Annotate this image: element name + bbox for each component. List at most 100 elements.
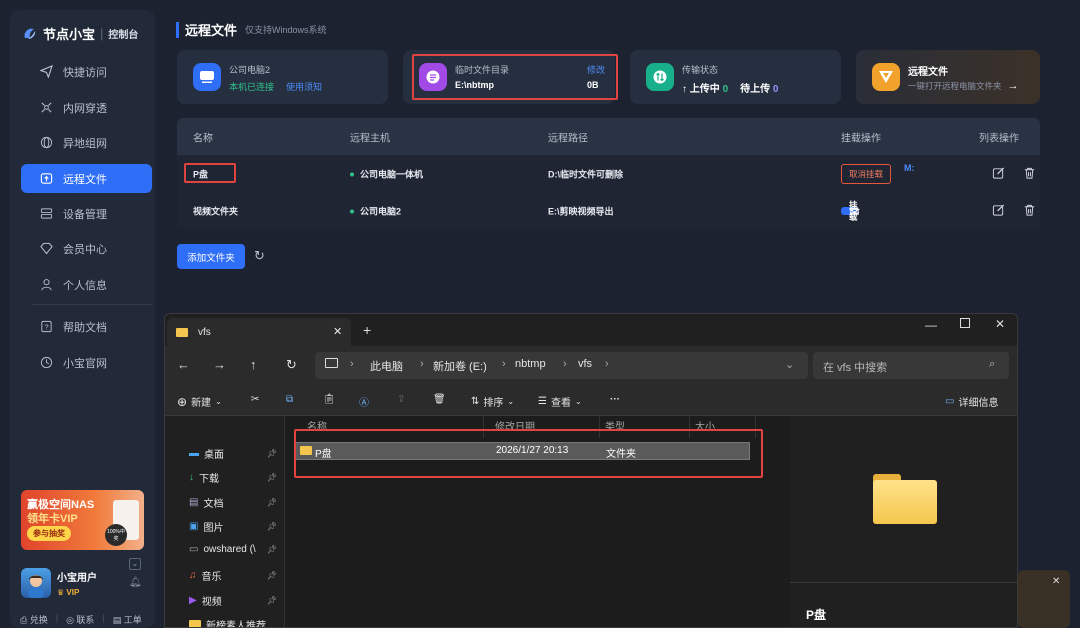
new-tab-icon[interactable]: +	[363, 322, 371, 338]
back-icon[interactable]: ←	[177, 357, 190, 372]
search-placeholder: 在 vfs 中搜索	[823, 362, 888, 374]
app-logo: 节点小宝 | 控制台	[22, 24, 138, 43]
breadcrumb[interactable]: › 此电脑 › 新加卷 (E:) › nbtmp › vfs › ⌄	[315, 352, 808, 379]
contact-link[interactable]: ◎ 联系	[66, 613, 94, 626]
close-window-icon[interactable]: ✕	[995, 317, 1005, 331]
minimize-icon[interactable]: —	[925, 318, 937, 332]
quick-folder[interactable]: 新榜素人推荐	[189, 617, 285, 627]
vip-label: VIP	[66, 588, 80, 597]
view-button[interactable]: ☰ 查看 ⌄	[538, 394, 582, 409]
expand-icon[interactable]: ⌄	[129, 558, 141, 570]
delete-icon[interactable]: 🗑︎	[433, 394, 446, 405]
share-icon[interactable]: ⇪	[397, 394, 405, 405]
trash-icon[interactable]	[1023, 166, 1036, 181]
person-icon	[39, 278, 53, 292]
quick-network-share[interactable]: ▭ owshared (\ 📌︎	[189, 544, 285, 555]
row-name: 视频文件夹	[193, 206, 239, 216]
nav-item-remote-files[interactable]: 远程文件	[21, 164, 152, 193]
pin-icon: 📌︎	[266, 473, 277, 482]
quick-videos[interactable]: ▶ 视频 📌︎	[189, 593, 285, 608]
bell-icon[interactable]: 🔔︎	[129, 577, 142, 588]
table-header: 名称 远程主机 远程路径 挂载操作 列表操作	[177, 118, 1040, 155]
nav-item-networking[interactable]: 异地组网	[21, 128, 152, 157]
svg-text:?: ?	[44, 322, 48, 331]
edit-icon[interactable]	[992, 166, 1005, 181]
help-icon: ?	[39, 320, 53, 334]
nav-item-quick-access[interactable]: 快捷访问	[21, 57, 152, 86]
quick-label: 图片	[203, 523, 224, 534]
v-logo-icon	[872, 63, 900, 91]
new-button[interactable]: ⊕ 新建 ⌄	[177, 394, 222, 410]
mount-button[interactable]: 🚘︎ 挂载	[841, 200, 860, 222]
pin-icon: 📌︎	[266, 545, 277, 554]
table-row: P盘 公司电脑一体机 D:\临时文件可删除 取消挂载 M:	[177, 155, 1040, 192]
crumb-pc[interactable]: 此电脑	[370, 358, 403, 374]
forward-icon[interactable]: →	[213, 357, 226, 372]
rename-icon[interactable]: Ⓐ	[359, 394, 369, 409]
quick-desktop[interactable]: ▬ 桌面 📌︎	[189, 446, 285, 461]
nav-item-profile[interactable]: 个人信息	[21, 270, 152, 299]
refresh-icon[interactable]: ↻	[286, 357, 297, 373]
pin-icon: 📌︎	[266, 522, 277, 531]
refresh-icon[interactable]: ↻	[254, 248, 265, 264]
promo-banner[interactable]: 赢极空间NAS 领年卡VIP 参与抽奖 100%中奖	[21, 490, 144, 550]
nav-item-help[interactable]: ? 帮助文档	[21, 312, 152, 341]
page-subtitle: 仅支持Windows系统	[245, 25, 327, 35]
edit-icon[interactable]	[992, 203, 1005, 218]
trash-icon[interactable]	[1023, 203, 1036, 218]
quick-downloads[interactable]: ↓ 下载 📌︎	[189, 470, 285, 485]
quick-documents[interactable]: ▤ 文档 📌︎	[189, 495, 285, 510]
remote-card-desc: 一键打开远程电脑文件夹	[908, 81, 1002, 91]
globe-icon	[39, 136, 53, 150]
close-tab-icon[interactable]: ✕	[333, 325, 342, 338]
usage-notice-link[interactable]: 使用须知	[286, 80, 322, 93]
avatar[interactable]	[21, 568, 51, 598]
crumb-volume[interactable]: 新加卷 (E:)	[433, 358, 487, 374]
page-header: 远程文件 仅支持Windows系统	[176, 20, 327, 39]
user-name: 小宝用户	[57, 573, 97, 584]
maximize-icon[interactable]	[960, 318, 970, 328]
desktop-icon: ▬	[189, 448, 199, 459]
quick-music[interactable]: ♫ 音乐 📌︎	[189, 568, 285, 583]
close-icon[interactable]: ✕	[1052, 576, 1060, 587]
paste-icon[interactable]: 📋︎	[323, 394, 336, 405]
highlight-box	[294, 429, 763, 478]
arrow-right-icon: →	[1007, 80, 1019, 92]
quick-pictures[interactable]: ▣ 图片 📌︎	[189, 519, 285, 534]
cut-icon[interactable]: ✂	[251, 394, 259, 405]
search-input[interactable]: 在 vfs 中搜索 ⌕	[813, 352, 1009, 379]
more-icon[interactable]: ···	[610, 394, 620, 405]
nav-item-devices[interactable]: 设备管理	[21, 199, 152, 228]
chevron-down-icon[interactable]: ⌄	[785, 358, 794, 371]
promo-button[interactable]: 参与抽奖	[27, 526, 71, 541]
monitor-icon	[325, 358, 338, 368]
preview-name: P盘	[806, 608, 827, 622]
crumb-vfs[interactable]: vfs	[578, 358, 592, 370]
details-button[interactable]: ▭ 详细信息	[945, 394, 998, 409]
nav-label: 快捷访问	[63, 66, 107, 79]
add-folder-button[interactable]: 添加文件夹	[177, 244, 245, 269]
unmount-button[interactable]: 取消挂载	[841, 163, 892, 184]
crumb-nbtmp[interactable]: nbtmp	[515, 358, 546, 370]
user-panel[interactable]: 小宝用户 ♛ VIP	[21, 568, 97, 598]
nav-item-tunnel[interactable]: 内网穿透	[21, 93, 152, 122]
remote-files-card[interactable]: 远程文件 一键打开远程电脑文件夹 →	[856, 50, 1040, 104]
col-mount: 挂载操作	[841, 133, 881, 144]
copy-icon[interactable]: ⧉	[286, 394, 293, 405]
nav-item-membership[interactable]: 会员中心	[21, 234, 152, 263]
details-label: 详细信息	[958, 398, 999, 409]
pending-count: 0	[772, 84, 779, 95]
ticket-link[interactable]: ▤ 工单	[113, 613, 142, 626]
folder-icon	[189, 620, 201, 627]
exchange-link[interactable]: ⎙ 兑换	[20, 613, 48, 626]
up-icon[interactable]: ↑	[250, 357, 257, 372]
floating-panel[interactable]: ✕	[1018, 570, 1070, 628]
video-icon: ▶	[189, 595, 197, 606]
nav-item-website[interactable]: 小宝官网	[21, 348, 152, 377]
preview-pane: P盘	[790, 416, 1017, 627]
pin-icon: 📌︎	[266, 596, 277, 605]
bottom-links: ⎙ 兑换 | ◎ 联系 | ▤ 工单	[20, 613, 142, 626]
sort-button[interactable]: ⇅ 排序 ⌄	[471, 394, 514, 409]
tab-vfs[interactable]: vfs ✕	[167, 318, 351, 346]
transfer-title: 传输状态	[682, 65, 719, 75]
